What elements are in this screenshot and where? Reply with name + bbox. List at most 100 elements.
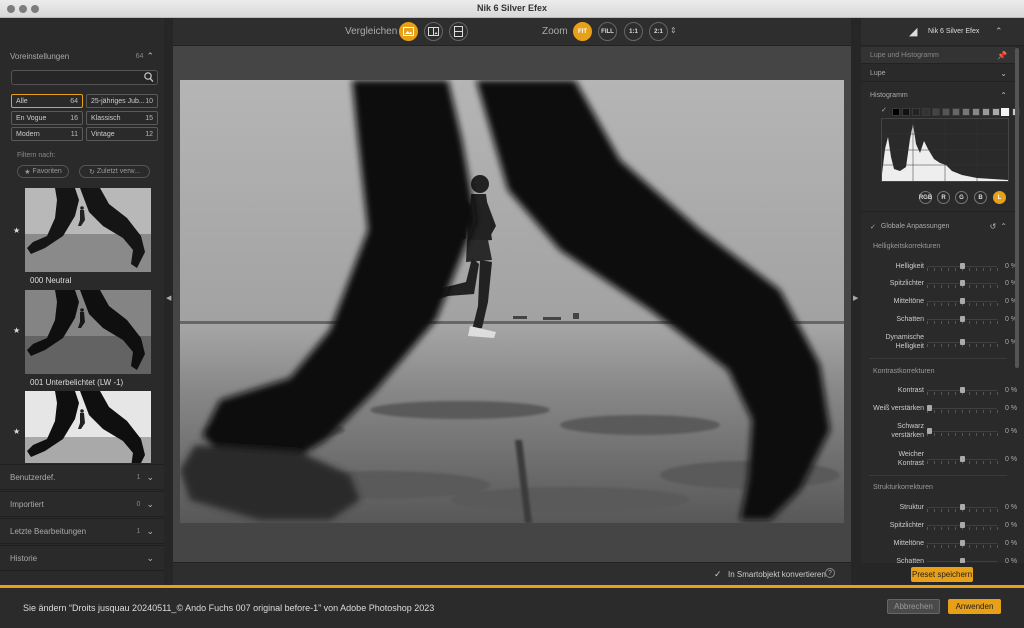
right-panel-scrollbar[interactable] bbox=[1015, 48, 1019, 368]
slider-knob[interactable] bbox=[960, 540, 965, 546]
right-panel-collapse-handle[interactable]: ▶ bbox=[851, 18, 861, 585]
section-1[interactable]: Importiert 0 ⌄ bbox=[0, 491, 164, 517]
section-0[interactable]: Benutzerdef. 1 ⌄ bbox=[0, 464, 164, 490]
single-view-button[interactable] bbox=[399, 22, 418, 41]
slider-knob[interactable] bbox=[960, 298, 965, 304]
save-preset-button[interactable]: Preset speichern bbox=[911, 567, 973, 582]
loupe-histogram-header[interactable]: Lupe und Histogramm 📌 bbox=[861, 47, 1016, 64]
tone-swatch[interactable] bbox=[982, 108, 990, 116]
smart-object-checkbox[interactable]: ✓ bbox=[714, 569, 722, 580]
tone-swatch[interactable] bbox=[892, 108, 900, 116]
favorite-star-icon[interactable]: ★ bbox=[13, 427, 20, 436]
compare-label: Vergleichen bbox=[345, 26, 398, 37]
slider-value: 0 % bbox=[1005, 456, 1018, 463]
adjustment-slider[interactable] bbox=[927, 279, 998, 288]
adjustment-slider[interactable] bbox=[927, 338, 998, 347]
zoom-1-1-button[interactable]: 1:1 bbox=[624, 22, 643, 41]
histogram-section[interactable]: Histogramm ⌃ bbox=[861, 87, 1016, 104]
title-bar: Nik 6 Silver Efex bbox=[0, 0, 1024, 18]
recent-filter-button[interactable]: ↻ Zuletzt verw... bbox=[79, 165, 150, 178]
left-panel: Voreinstellungen 64 ⌃ Alle 64 25-jähriges … bbox=[0, 18, 164, 585]
recent-label: Zuletzt verw... bbox=[96, 168, 141, 175]
slider-knob[interactable] bbox=[960, 316, 965, 322]
loupe-section[interactable]: Lupe ⌄ bbox=[861, 65, 1016, 82]
left-panel-collapse-handle[interactable]: ◀ bbox=[164, 18, 173, 585]
preset-thumbnail[interactable] bbox=[25, 188, 151, 272]
zoom-fit-button[interactable]: FIT bbox=[573, 22, 592, 41]
favorites-filter-button[interactable]: ★ Favoriten bbox=[17, 165, 69, 178]
tone-swatch[interactable] bbox=[912, 108, 920, 116]
reset-icon[interactable]: ↺ bbox=[990, 222, 997, 231]
section-label: Letzte Bearbeitungen bbox=[10, 526, 87, 536]
slider-knob[interactable] bbox=[960, 504, 965, 510]
cancel-button[interactable]: Abbrechen bbox=[887, 599, 940, 614]
favorite-star-icon[interactable]: ★ bbox=[13, 226, 20, 235]
apply-button[interactable]: Anwenden bbox=[948, 599, 1001, 614]
channel-l-button[interactable]: L bbox=[993, 191, 1006, 204]
global-adjustments-label: Globale Anpassungen bbox=[880, 223, 950, 230]
adjustment-slider[interactable] bbox=[927, 503, 998, 512]
presets-header[interactable]: Voreinstellungen 64 ⌃ bbox=[0, 44, 164, 68]
channel-b-button[interactable]: B bbox=[974, 191, 987, 204]
adjustment-slider[interactable] bbox=[927, 386, 998, 395]
preset-thumbnail[interactable] bbox=[25, 391, 151, 463]
channel-g-button[interactable]: G bbox=[955, 191, 968, 204]
zoom-stepper-icon[interactable]: ⇕ bbox=[670, 26, 677, 35]
channel-rgb-button[interactable]: RGB bbox=[919, 191, 932, 204]
preset-filter-button[interactable]: 25-jähriges Jub... 10 bbox=[86, 94, 158, 108]
adjustment-slider[interactable] bbox=[927, 427, 998, 436]
tone-swatch[interactable] bbox=[902, 108, 910, 116]
preview-image[interactable] bbox=[180, 80, 844, 523]
help-icon[interactable]: ? bbox=[825, 568, 835, 578]
slider-knob[interactable] bbox=[960, 263, 965, 269]
tone-swatch[interactable] bbox=[962, 108, 970, 116]
adjustment-slider[interactable] bbox=[927, 262, 998, 271]
zoom-fill-button[interactable]: FILL bbox=[598, 22, 617, 41]
tone-swatch[interactable] bbox=[942, 108, 950, 116]
slider-knob[interactable] bbox=[960, 387, 965, 393]
preset-filter-button[interactable]: Klassisch 15 bbox=[86, 111, 158, 125]
section-2[interactable]: Letzte Bearbeitungen 1 ⌄ bbox=[0, 518, 164, 544]
split-view-button[interactable] bbox=[424, 22, 443, 41]
global-adjustments-checkbox[interactable]: ✓ bbox=[870, 223, 876, 231]
slider-label: Spitzlichter bbox=[889, 280, 924, 287]
adjustment-slider[interactable] bbox=[927, 539, 998, 548]
slider-knob[interactable] bbox=[960, 456, 965, 462]
slider-knob[interactable] bbox=[960, 339, 965, 345]
section-3[interactable]: Historie ⌄ bbox=[0, 545, 164, 571]
pin-icon[interactable]: 📌 bbox=[997, 51, 1007, 60]
section-label: Importiert bbox=[10, 499, 44, 509]
global-adjustments-header[interactable]: ✓ Globale Anpassungen ↺ ⌃ bbox=[861, 218, 1016, 235]
preset-filter-button[interactable]: En Vogue 16 bbox=[11, 111, 83, 125]
tone-swatch[interactable] bbox=[992, 108, 1000, 116]
adjustment-slider[interactable] bbox=[927, 404, 998, 413]
preset-thumbnail[interactable] bbox=[25, 290, 151, 374]
tone-swatch[interactable] bbox=[932, 108, 940, 116]
preset-filter-button[interactable]: Vintage 12 bbox=[86, 127, 158, 141]
shadow-clipping-checkbox[interactable]: ✓ bbox=[881, 106, 887, 114]
preset-search-input[interactable] bbox=[11, 70, 158, 85]
adjustment-slider[interactable] bbox=[927, 297, 998, 306]
adjustment-slider[interactable] bbox=[927, 315, 998, 324]
adjustment-slider[interactable] bbox=[927, 521, 998, 530]
slider-knob[interactable] bbox=[960, 280, 965, 286]
tone-swatch[interactable] bbox=[952, 108, 960, 116]
side-by-side-view-button[interactable] bbox=[449, 22, 468, 41]
zoom-2-1-button[interactable]: 2:1 bbox=[649, 22, 668, 41]
collapse-all-icon[interactable]: ⌃ bbox=[995, 26, 1003, 37]
slider-label: Weiß verstärken bbox=[873, 405, 924, 412]
tone-swatch[interactable] bbox=[922, 108, 930, 116]
slider-knob[interactable] bbox=[927, 405, 932, 411]
tone-swatch[interactable] bbox=[1001, 108, 1009, 116]
channel-r-button[interactable]: R bbox=[937, 191, 950, 204]
search-icon[interactable] bbox=[144, 72, 154, 86]
slider-knob[interactable] bbox=[927, 428, 932, 434]
favorite-star-icon[interactable]: ★ bbox=[13, 326, 20, 335]
window-title: Nik 6 Silver Efex bbox=[476, 3, 548, 13]
image-icon bbox=[403, 27, 414, 36]
adjustment-slider[interactable] bbox=[927, 455, 998, 464]
slider-knob[interactable] bbox=[960, 522, 965, 528]
preset-filter-button[interactable]: Alle 64 bbox=[11, 94, 83, 108]
tone-swatch[interactable] bbox=[972, 108, 980, 116]
preset-filter-button[interactable]: Modern 11 bbox=[11, 127, 83, 141]
